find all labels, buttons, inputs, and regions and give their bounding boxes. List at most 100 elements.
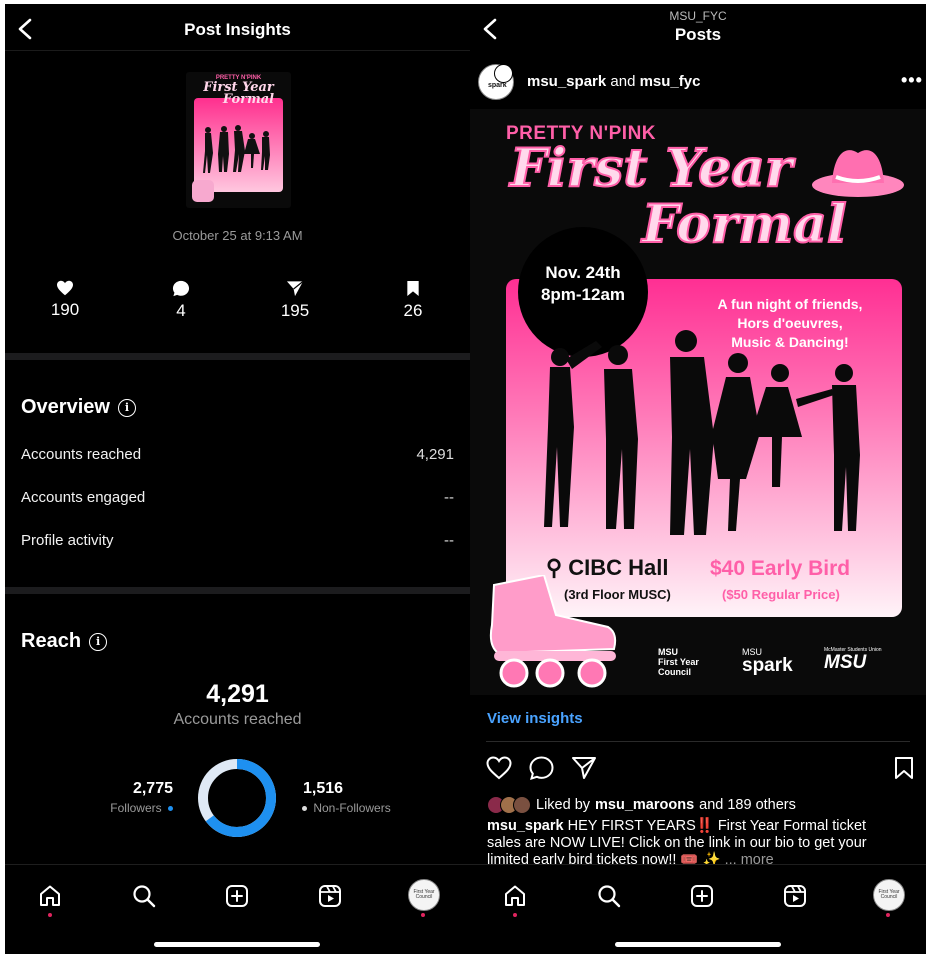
overview-row-profile-activity[interactable]: Profile activity -- bbox=[21, 532, 454, 549]
overview-row-accounts-reached[interactable]: Accounts reached 4,291 bbox=[21, 446, 454, 463]
home-indicator bbox=[154, 942, 320, 947]
reach-total-label: Accounts reached bbox=[173, 711, 302, 728]
followers-legend: Followers bbox=[65, 801, 173, 815]
home-icon[interactable] bbox=[35, 881, 65, 911]
thumbnail-dancers-silhouette bbox=[203, 125, 270, 173]
create-icon[interactable] bbox=[687, 881, 717, 911]
header-divider bbox=[5, 50, 470, 51]
view-insights-link[interactable]: View insights bbox=[487, 710, 583, 727]
page-title: Posts bbox=[674, 25, 722, 44]
saves-count: 26 bbox=[403, 301, 423, 320]
overview-row-accounts-engaged[interactable]: Accounts engaged -- bbox=[21, 489, 454, 506]
profile-avatar-label: First Year Council bbox=[878, 889, 900, 900]
overview-title: Overview bbox=[21, 396, 110, 418]
reels-icon[interactable] bbox=[315, 881, 345, 911]
comment-icon[interactable] bbox=[529, 756, 554, 785]
info-icon[interactable]: i bbox=[89, 632, 108, 651]
comments-stat: 4 bbox=[141, 280, 221, 321]
msu-logo: McMaster Students Union MSU bbox=[824, 647, 882, 673]
bookmark-icon bbox=[373, 280, 453, 297]
home-icon[interactable] bbox=[500, 881, 530, 911]
thumbnail-roller-skate bbox=[192, 180, 214, 202]
page-title: Post Insights bbox=[184, 20, 291, 39]
create-icon[interactable] bbox=[222, 881, 252, 911]
thumbnail-title-2: Formal bbox=[222, 92, 275, 107]
comment-icon bbox=[141, 280, 221, 297]
bottom-nav: First Year Council bbox=[5, 864, 470, 954]
info-icon[interactable]: i bbox=[117, 398, 136, 417]
row-value: 4,291 bbox=[416, 446, 454, 463]
msu-logo-b: MSU bbox=[824, 652, 867, 673]
caption-user[interactable]: msu_spark bbox=[487, 818, 564, 834]
heart-icon bbox=[25, 280, 105, 296]
row-value: -- bbox=[444, 489, 454, 506]
collab-avatar[interactable] bbox=[494, 64, 513, 83]
search-icon[interactable] bbox=[129, 881, 159, 911]
date-line1: Nov. 24th bbox=[545, 263, 621, 282]
reach-heading: Reach i bbox=[21, 630, 108, 653]
tagline-line1: A fun night of friends, bbox=[717, 296, 863, 312]
post-timestamp: October 25 at 9:13 AM bbox=[172, 228, 303, 243]
author-avatar-label: spark bbox=[488, 82, 507, 89]
followers-value: 2,775 bbox=[132, 780, 173, 797]
liker-avatar-3 bbox=[513, 796, 531, 814]
poster-title-line2: Formal bbox=[641, 194, 848, 255]
poster-title-line1: First Year bbox=[509, 138, 793, 199]
home-indicator bbox=[615, 942, 781, 947]
caption-line2: sales are NOW LIVE! Click on the link in… bbox=[487, 835, 867, 851]
section-divider bbox=[5, 353, 470, 360]
price-regular: ($50 Regular Price) bbox=[722, 587, 840, 602]
dancers-silhouette bbox=[544, 330, 860, 535]
profile-avatar[interactable]: First Year Council bbox=[873, 879, 905, 911]
liker-avatars[interactable] bbox=[487, 796, 531, 814]
caption-line1: HEY FIRST YEARS‼️ First Year Formal tick… bbox=[567, 818, 867, 834]
row-label: Profile activity bbox=[21, 532, 114, 549]
notification-dot bbox=[48, 913, 52, 917]
spark-logo-b: spark bbox=[742, 655, 793, 676]
liked-user[interactable]: msu_maroons bbox=[595, 797, 694, 813]
fyc-logo-b: First Year bbox=[658, 657, 699, 667]
likes-count: 190 bbox=[50, 300, 80, 319]
account-username: MSU_FYC bbox=[669, 9, 727, 23]
notification-dot bbox=[421, 913, 425, 917]
author-b[interactable]: msu_fyc bbox=[640, 73, 701, 90]
bottom-nav: First Year Council bbox=[470, 864, 926, 954]
share-icon[interactable] bbox=[571, 756, 597, 785]
posts-screen: MSU_FYC Posts spark msu_spark and msu_fy… bbox=[470, 4, 926, 954]
row-value: -- bbox=[444, 532, 454, 549]
reach-donut-chart bbox=[198, 759, 276, 837]
bookmark-icon[interactable] bbox=[894, 756, 914, 785]
shares-count: 195 bbox=[280, 301, 310, 320]
author-a[interactable]: msu_spark bbox=[527, 73, 606, 90]
search-icon[interactable] bbox=[594, 881, 624, 911]
post-thumbnail[interactable]: PRETTY N'PINK First Year Formal bbox=[186, 72, 291, 208]
nonfollowers-legend: Non-Followers bbox=[302, 801, 391, 815]
overview-heading: Overview i bbox=[21, 396, 136, 419]
reach-total: 4,291 bbox=[206, 680, 269, 708]
reach-title: Reach bbox=[21, 630, 82, 652]
likes-stat: 190 bbox=[25, 280, 105, 320]
followers-dot bbox=[168, 806, 173, 812]
saves-stat: 26 bbox=[373, 280, 453, 321]
collab-avatar-circle bbox=[494, 64, 513, 83]
reels-icon[interactable] bbox=[780, 881, 810, 911]
row-label: Accounts engaged bbox=[21, 489, 146, 506]
profile-avatar[interactable]: First Year Council bbox=[408, 879, 440, 911]
like-icon[interactable] bbox=[486, 756, 512, 785]
more-options-icon[interactable]: ••• bbox=[901, 70, 923, 91]
date-line2: 8pm-12am bbox=[540, 285, 626, 304]
spark-logo: MSU spark bbox=[742, 647, 793, 675]
nonfollowers-value: 1,516 bbox=[303, 780, 344, 797]
fyc-logo-c: Council bbox=[658, 667, 691, 677]
nonfollowers-label: Non-Followers bbox=[313, 801, 391, 815]
nonfollowers-dot bbox=[302, 806, 307, 812]
liked-suffix[interactable]: and 189 others bbox=[699, 797, 796, 813]
roller-skate-icon bbox=[489, 575, 617, 688]
row-label: Accounts reached bbox=[21, 446, 142, 463]
post-caption: msu_spark HEY FIRST YEARS‼️ First Year F… bbox=[487, 818, 917, 869]
profile-avatar-label: First Year Council bbox=[413, 889, 435, 900]
post-image[interactable]: PRETTY N'PINK First Year Formal Nov. 24t… bbox=[470, 109, 926, 695]
liked-prefix: Liked by bbox=[536, 797, 591, 813]
post-authors: msu_spark and msu_fyc bbox=[527, 73, 700, 90]
fyc-logo: MSU First Year Council bbox=[658, 647, 699, 677]
